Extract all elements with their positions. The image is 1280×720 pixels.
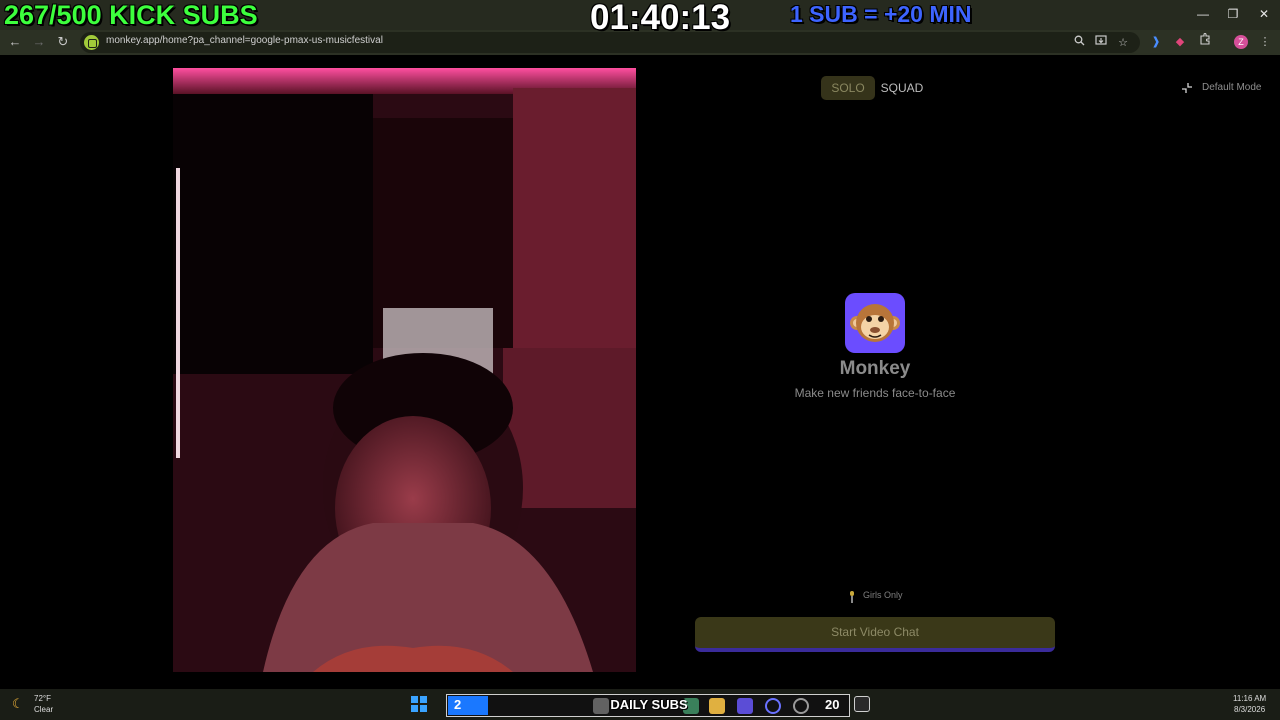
kick-subs-overlay: 267/500 KICK SUBS	[4, 0, 258, 30]
close-window-button[interactable]: ✕	[1249, 4, 1279, 24]
folder-icon[interactable]	[709, 698, 725, 714]
windows-start-button[interactable]	[411, 696, 427, 712]
tab-solo[interactable]: SOLO	[821, 76, 875, 100]
epic-games-icon[interactable]	[854, 696, 870, 712]
weather-temperature[interactable]: 72°F	[34, 694, 51, 703]
daily-subs-count: 2	[454, 697, 462, 712]
minimize-button[interactable]: —	[1188, 4, 1218, 24]
stream-timer-overlay: 01:40:13	[590, 0, 731, 37]
app-title: Monkey	[839, 358, 911, 379]
puzzle-icon[interactable]	[1196, 32, 1214, 51]
minimize-arrows-icon	[1180, 81, 1194, 100]
sub-rule-overlay: 1 SUB = +20 MIN	[790, 1, 972, 27]
tab-squad[interactable]: SQUAD	[877, 76, 927, 100]
moon-icon[interactable]: ☾	[12, 696, 27, 711]
back-arrow-icon: ←	[8, 34, 22, 49]
gender-filter-icon	[849, 590, 855, 608]
kebab-menu-icon[interactable]: ⋮	[1256, 33, 1274, 51]
daily-subs-goal: 20	[825, 697, 840, 712]
daily-subs-overlay: 2 DAILY SUBS 20	[446, 694, 850, 717]
default-mode-label: Default Mode	[1202, 82, 1262, 93]
forward-button[interactable]: →	[28, 32, 50, 52]
site-info-icon[interactable]	[84, 35, 99, 50]
taskbar-clock-time[interactable]: 11:16 AM	[1233, 694, 1266, 703]
star-icon[interactable]: ☆	[1114, 34, 1132, 52]
girls-only-label: Girls Only	[863, 590, 903, 600]
windows-taskbar: ☾ 72°F Clear 2 DAILY SUBS 20 11:16 AM 8/…	[0, 689, 1280, 720]
extension-shield-icon[interactable]: ◆	[1171, 33, 1189, 51]
grid-app-icon[interactable]	[737, 698, 753, 714]
weather-condition[interactable]: Clear	[34, 705, 53, 714]
taskbar-clock-date[interactable]: 8/3/2026	[1234, 705, 1265, 714]
monkey-home-page: SOLO SQUAD Default Mode Monkey Make new …	[0, 55, 1280, 689]
daily-subs-title: DAILY SUBS	[610, 697, 688, 712]
back-button[interactable]: ←	[4, 32, 26, 52]
monkey-logo	[845, 293, 905, 353]
zoom-icon[interactable]	[1070, 34, 1088, 52]
self-camera-preview	[173, 68, 636, 672]
extension-audio-icon[interactable]: ❱	[1147, 33, 1165, 51]
url-text[interactable]: monkey.app/home?pa_channel=google-pmax-u…	[106, 35, 383, 46]
forward-arrow-icon: →	[32, 34, 46, 49]
restore-button[interactable]: ❐	[1218, 4, 1248, 24]
profile-avatar[interactable]: Z	[1234, 35, 1248, 49]
reload-icon: ↻	[57, 34, 69, 49]
app-tagline: Make new friends face-to-face	[794, 386, 956, 400]
start-video-chat-button[interactable]: Start Video Chat	[695, 617, 1055, 652]
circle-app-icon[interactable]	[765, 698, 781, 714]
install-app-icon[interactable]	[1092, 34, 1110, 52]
settings-app-icon[interactable]	[793, 698, 809, 714]
reload-button[interactable]: ↻	[52, 32, 74, 52]
